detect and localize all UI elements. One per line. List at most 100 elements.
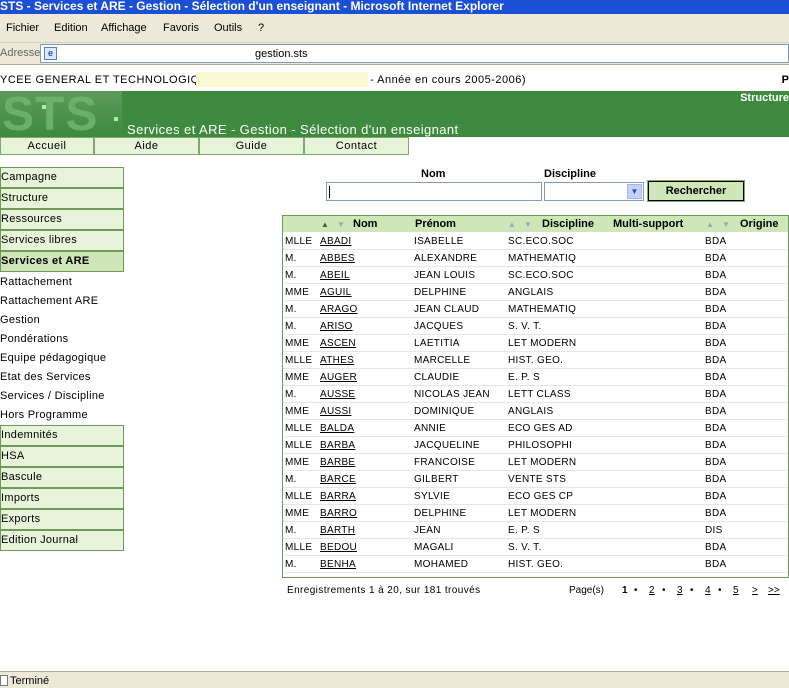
menu-edition[interactable]: Edition [54, 22, 88, 34]
cell-civilite: M. [285, 304, 297, 315]
sort-asc-icon[interactable]: ▲ [321, 220, 329, 229]
cell-discipline: E. P. S [508, 525, 540, 536]
sidebar-sub-rattachement-are[interactable]: Rattachement ARE [0, 292, 124, 311]
cell-nom[interactable]: ABEIL [320, 270, 350, 281]
cell-prenom: JACQUELINE [414, 440, 480, 451]
page-separator: • [662, 585, 666, 596]
menu-fichier[interactable]: Fichier [6, 22, 39, 34]
sidebar-sub-rattachement[interactable]: Rattachement [0, 273, 124, 292]
page-last[interactable]: >> [768, 585, 780, 596]
nav-aide[interactable]: Aide [94, 137, 199, 155]
sidebar-sub-equipe[interactable]: Equipe pédagogique [0, 349, 124, 368]
cell-nom[interactable]: BARCE [320, 474, 356, 485]
page-3[interactable]: 3 [677, 585, 683, 596]
sidebar-item-exports[interactable]: Exports [0, 509, 124, 530]
nav-contact[interactable]: Contact [304, 137, 409, 155]
discipline-select[interactable]: ▼ [544, 182, 644, 201]
nav-guide[interactable]: Guide [199, 137, 304, 155]
page-next[interactable]: > [752, 585, 758, 596]
cell-civilite: M. [285, 559, 297, 570]
col-discipline[interactable]: Discipline [542, 218, 594, 230]
col-nom[interactable]: Nom [353, 218, 377, 230]
sidebar-item-services-libres[interactable]: Services libres [0, 230, 124, 251]
sidebar-item-services-are[interactable]: Services et ARE [0, 251, 124, 272]
cell-origine: BDA [705, 355, 727, 366]
cell-origine: BDA [705, 287, 727, 298]
cell-origine: BDA [705, 457, 727, 468]
cell-civilite: MLLE [285, 440, 313, 451]
cell-nom[interactable]: ASCEN [320, 338, 356, 349]
cell-nom[interactable]: AUSSI [320, 406, 352, 417]
cell-origine: BDA [705, 508, 727, 519]
sort-desc-icon[interactable]: ▼ [524, 220, 532, 229]
sidebar-item-edition-journal[interactable]: Edition Journal [0, 530, 124, 551]
sort-asc-icon[interactable]: ▲ [508, 220, 516, 229]
cell-prenom: JACQUES [414, 321, 464, 332]
sidebar-sub-gestion[interactable]: Gestion [0, 311, 124, 330]
cell-nom[interactable]: AUSSE [320, 389, 355, 400]
col-origine[interactable]: Origine [740, 218, 779, 230]
cell-origine: DIS [705, 525, 723, 536]
sidebar-sub-services-discipline[interactable]: Services / Discipline [0, 387, 124, 406]
cell-prenom: MARCELLE [414, 355, 471, 366]
cell-nom[interactable]: ABBES [320, 253, 355, 264]
page-4[interactable]: 4 [705, 585, 711, 596]
cell-nom[interactable]: BARTH [320, 525, 355, 536]
cell-civilite: MME [285, 287, 310, 298]
cell-nom[interactable]: BARBA [320, 440, 355, 451]
nav-accueil[interactable]: Accueil [0, 137, 94, 155]
sidebar-item-imports[interactable]: Imports [0, 488, 124, 509]
cell-nom[interactable]: BENHA [320, 559, 356, 570]
cell-origine: BDA [705, 559, 727, 570]
chevron-down-icon[interactable]: ▼ [627, 184, 642, 199]
cell-nom[interactable]: ARISO [320, 321, 353, 332]
sidebar-sub-ponderations[interactable]: Pondérations [0, 330, 124, 349]
table-row: MLLE ATHES MARCELLE HIST. GEO. BDA [283, 352, 788, 369]
sidebar-item-bascule[interactable]: Bascule [0, 467, 124, 488]
menu-help[interactable]: ? [258, 22, 264, 34]
sidebar-item-hsa[interactable]: HSA [0, 446, 124, 467]
cell-discipline: SC.ECO.SOC [508, 236, 574, 247]
cell-nom[interactable]: BEDOU [320, 542, 357, 553]
sidebar-sub-hors-programme[interactable]: Hors Programme [0, 406, 124, 425]
cell-origine: BDA [705, 423, 727, 434]
record-count: Enregistrements 1 à 20, sur 181 trouvés [287, 585, 481, 596]
cell-nom[interactable]: BALDA [320, 423, 354, 434]
sort-desc-icon[interactable]: ▼ [722, 220, 730, 229]
cell-origine: BDA [705, 389, 727, 400]
address-input[interactable]: e gestion.sts [40, 44, 789, 63]
cell-civilite: MLLE [285, 491, 313, 502]
sidebar-sub-etat-services[interactable]: Etat des Services [0, 368, 124, 387]
search-button[interactable]: Rechercher [647, 180, 745, 202]
table-header: ▲ ▼ Nom Prénom ▲ ▼ Discipline Multi-supp… [283, 216, 788, 232]
menu-affichage[interactable]: Affichage [101, 22, 147, 34]
sort-desc-icon[interactable]: ▼ [337, 220, 345, 229]
cell-nom[interactable]: ABADI [320, 236, 352, 247]
window-title: STS - Services et ARE - Gestion - Sélect… [0, 0, 504, 13]
sidebar-item-structure[interactable]: Structure [0, 188, 124, 209]
menu-favoris[interactable]: Favoris [163, 22, 199, 34]
cell-nom[interactable]: AUGER [320, 372, 357, 383]
page-1[interactable]: 1 [622, 585, 628, 596]
menu-outils[interactable]: Outils [214, 22, 242, 34]
structure-link[interactable]: Structure [740, 92, 789, 104]
cell-nom[interactable]: BARRO [320, 508, 357, 519]
col-prenom: Prénom [415, 218, 456, 230]
cell-nom[interactable]: BARBE [320, 457, 355, 468]
cell-nom[interactable]: AGUIL [320, 287, 352, 298]
page-2[interactable]: 2 [649, 585, 655, 596]
sidebar-item-ressources[interactable]: Ressources [0, 209, 124, 230]
cell-civilite: MLLE [285, 423, 313, 434]
logo-dot [114, 117, 118, 121]
nom-input[interactable] [326, 182, 542, 201]
cell-nom[interactable]: BARRA [320, 491, 356, 502]
table-row: MME BARRO DELPHINE LET MODERN BDA [283, 505, 788, 522]
cell-prenom: SYLVIE [414, 491, 451, 502]
cell-nom[interactable]: ARAGO [320, 304, 358, 315]
sidebar-item-campagne[interactable]: Campagne [0, 167, 124, 188]
cell-nom[interactable]: ATHES [320, 355, 354, 366]
table-row: MLLE BARRA SYLVIE ECO GES CP BDA [283, 488, 788, 505]
sort-asc-icon[interactable]: ▲ [706, 220, 714, 229]
page-5[interactable]: 5 [733, 585, 739, 596]
sidebar-item-indemnites[interactable]: Indemnités [0, 425, 124, 446]
